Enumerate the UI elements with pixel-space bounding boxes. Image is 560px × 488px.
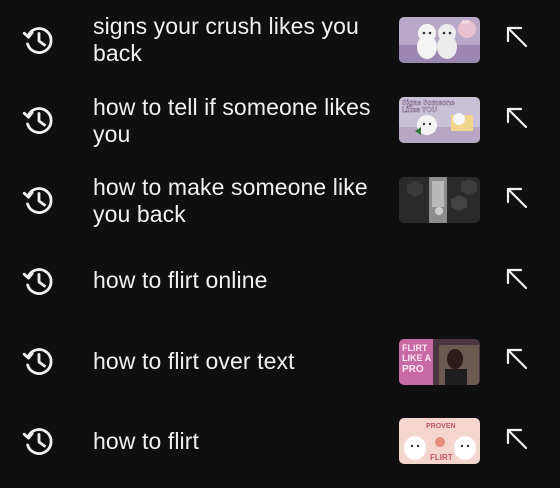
suggestion-thumbnail: FLIRT LIKE A PRO [399,339,480,385]
suggestion-row[interactable]: signs your crush likes you back flirt [0,0,560,80]
svg-text:PRO: PRO [402,364,424,375]
search-suggestion-list: signs your crush likes you back flirt ho… [0,0,560,488]
svg-text:Likes YOU: Likes YOU [402,107,437,114]
svg-text:flirt: flirt [462,20,469,26]
arrow-up-left-icon[interactable] [502,103,530,131]
suggestion-text: how to tell if someone likes you [93,94,371,147]
suggestion-text: how to flirt online [93,267,268,293]
history-icon [22,107,53,134]
history-icon [22,268,53,295]
history-icon [22,27,53,54]
arrow-up-left-icon[interactable] [502,264,530,292]
suggestion-row[interactable]: how to flirt online [0,242,560,322]
history-icon [22,428,53,455]
arrow-up-left-icon[interactable] [502,424,530,452]
arrow-up-left-icon[interactable] [502,183,530,211]
arrow-up-left-icon[interactable] [502,22,530,50]
suggestion-row[interactable]: how to flirt PROVEN FLIRT [0,402,560,482]
suggestion-row[interactable]: how to flirt over text FLIRT LIKE A PRO [0,322,560,402]
suggestion-text: how to flirt [93,428,200,454]
suggestion-text: how to make someone like you back [93,174,368,227]
svg-text:LIKE A: LIKE A [402,353,432,363]
arrow-up-left-icon[interactable] [502,344,530,372]
suggestion-row[interactable]: how to tell if someone likes you Signs S… [0,81,560,161]
history-icon [22,348,53,375]
suggestion-text: signs your crush likes you back [93,13,359,66]
history-icon [22,187,53,214]
suggestion-thumbnail: PROVEN FLIRT [399,418,480,464]
suggestion-thumbnail: flirt [399,17,480,63]
svg-text:Signs Someone: Signs Someone [402,100,455,107]
svg-text:PROVEN: PROVEN [426,423,456,430]
suggestion-thumbnail: Signs Someone Likes YOU [399,97,480,143]
svg-text:FLIRT: FLIRT [402,343,428,353]
suggestion-thumbnail [399,177,480,223]
suggestion-text: how to flirt over text [93,348,295,374]
svg-text:FLIRT: FLIRT [430,453,453,462]
suggestion-row[interactable]: how to make someone like you back [0,161,560,241]
